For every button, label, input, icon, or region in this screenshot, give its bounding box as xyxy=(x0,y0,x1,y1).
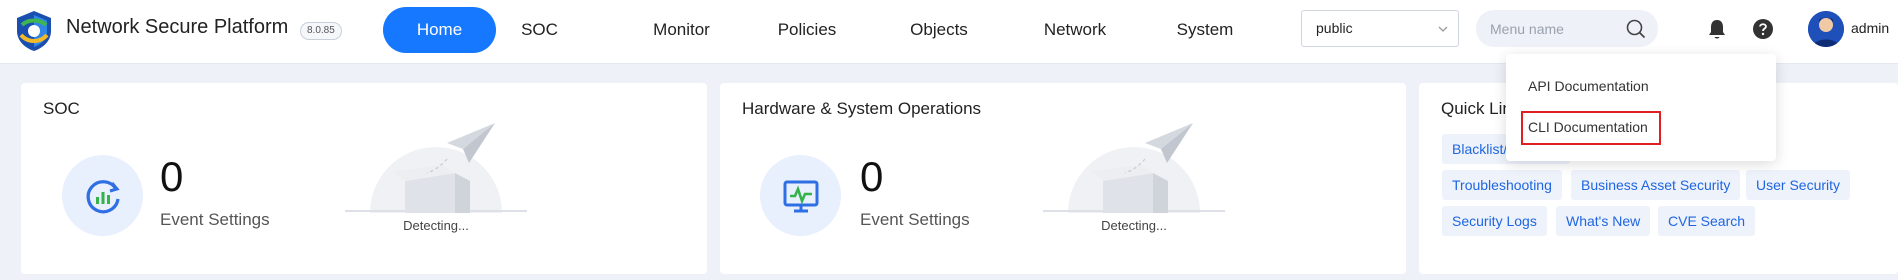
menu-item-api-documentation[interactable]: API Documentation xyxy=(1528,78,1649,94)
quick-link-security-logs[interactable]: Security Logs xyxy=(1442,206,1547,236)
empty-state-illustration xyxy=(1043,123,1225,213)
monitor-pulse-icon xyxy=(783,180,819,213)
menu-item-cli-documentation[interactable]: CLI Documentation xyxy=(1528,119,1648,135)
help-icon[interactable] xyxy=(1753,19,1773,39)
shield-logo-icon xyxy=(17,11,51,51)
quick-link-whats-new[interactable]: What's New xyxy=(1556,206,1651,236)
scope-select-value: public xyxy=(1316,20,1353,36)
soc-event-label: Event Settings xyxy=(160,210,270,229)
nav-system[interactable]: System xyxy=(1169,7,1241,53)
soc-card-title: SOC xyxy=(43,99,80,118)
nav-objects[interactable]: Objects xyxy=(901,7,977,53)
nav-monitor[interactable]: Monitor xyxy=(639,7,724,53)
quick-link-business-asset-security[interactable]: Business Asset Security xyxy=(1571,170,1741,200)
hardware-event-count[interactable]: 0 xyxy=(860,153,883,201)
soc-card: SOC 0 Event Settings Detecting... xyxy=(21,83,707,274)
nav-network[interactable]: Network xyxy=(1033,7,1117,53)
quick-link-troubleshooting[interactable]: Troubleshooting xyxy=(1442,170,1562,200)
user-avatar-icon xyxy=(1808,11,1844,47)
version-badge: 8.0.85 xyxy=(300,22,342,40)
nav-home[interactable]: Home xyxy=(383,7,496,53)
menu-search xyxy=(1476,10,1658,47)
hardware-card: Hardware & System Operations 0 Event Set… xyxy=(720,83,1406,274)
hardware-detecting-status: Detecting... xyxy=(1101,218,1167,233)
refresh-chart-icon xyxy=(86,180,120,214)
empty-state-illustration xyxy=(345,123,527,213)
soc-event-count[interactable]: 0 xyxy=(160,153,183,201)
soc-detecting-status: Detecting... xyxy=(403,218,469,233)
user-name[interactable]: admin xyxy=(1851,20,1889,36)
scope-select[interactable]: public xyxy=(1301,10,1459,47)
menu-search-input[interactable] xyxy=(1490,10,1630,47)
quick-link-user-security[interactable]: User Security xyxy=(1746,170,1851,200)
quick-link-cve-search[interactable]: CVE Search xyxy=(1658,206,1756,236)
hardware-stat-icon xyxy=(760,155,841,236)
app-title: Network Secure Platform xyxy=(66,16,289,38)
nav-soc[interactable]: SOC xyxy=(507,7,572,53)
soc-stat-icon xyxy=(62,155,143,236)
hardware-event-label: Event Settings xyxy=(860,210,970,229)
search-icon[interactable] xyxy=(1626,19,1646,39)
help-dropdown-menu: API Documentation CLI Documentation xyxy=(1506,54,1776,161)
hardware-card-title: Hardware & System Operations xyxy=(742,99,982,118)
chevron-down-icon xyxy=(1438,26,1448,32)
bell-icon[interactable] xyxy=(1707,18,1727,40)
nav-policies[interactable]: Policies xyxy=(767,7,847,53)
avatar[interactable] xyxy=(1808,11,1844,47)
